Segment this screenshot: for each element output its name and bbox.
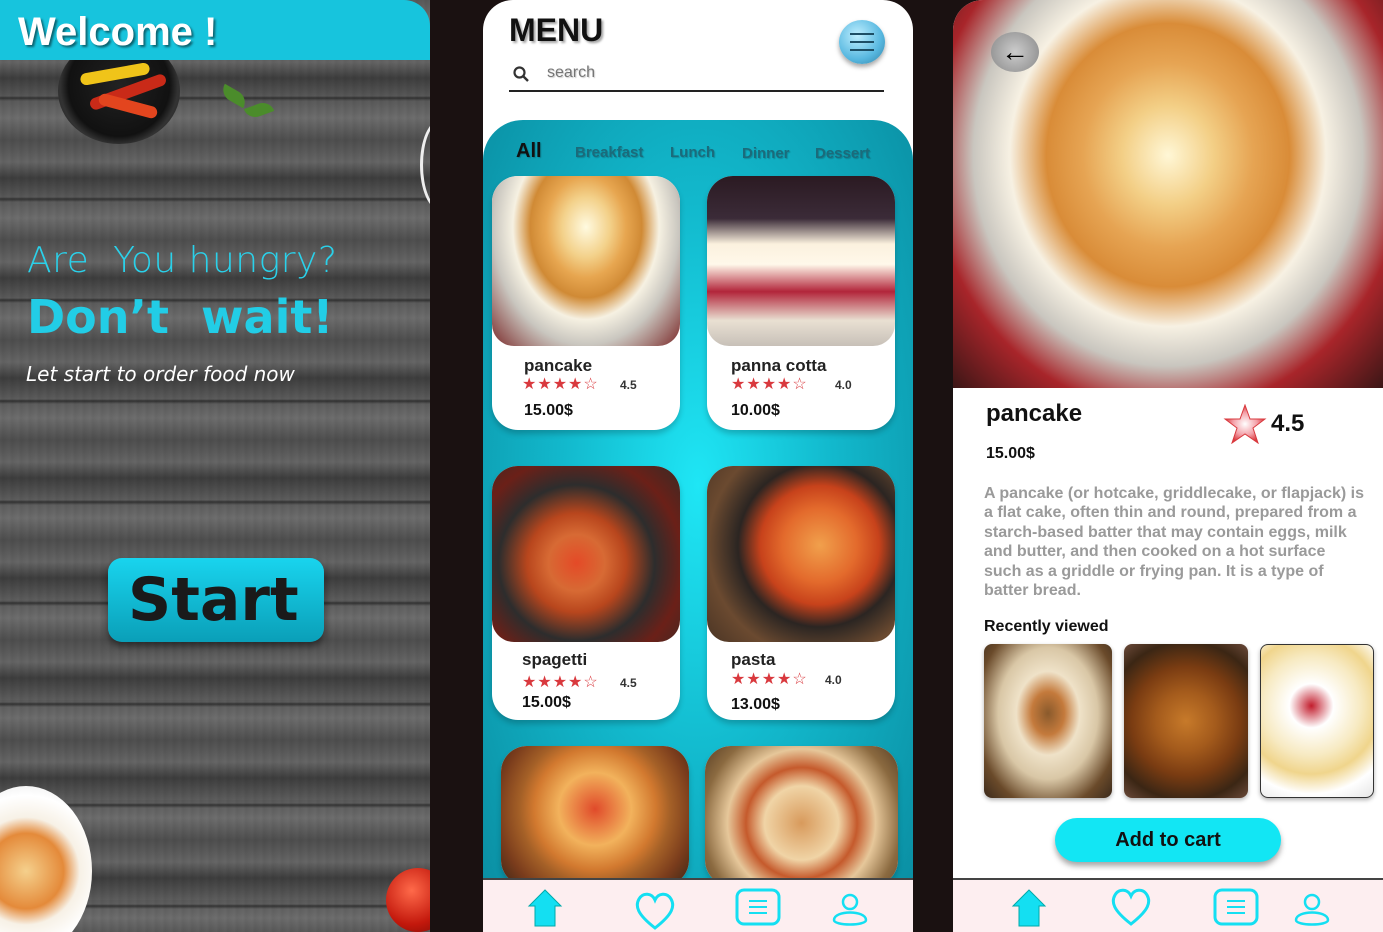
food-price: 15.00$ — [524, 402, 573, 419]
welcome-title: Welcome ! — [18, 10, 218, 54]
search-input[interactable] — [547, 64, 847, 82]
food-name: panna cotta — [731, 356, 827, 375]
pasta-image — [707, 466, 895, 642]
bottom-nav — [483, 878, 913, 932]
food-card-panna-cotta[interactable]: panna cotta ★★★★☆ 4.0 10.00$ — [707, 176, 895, 430]
menu-screen: MENU All Breakfast Lunch Dinner Dessert … — [483, 0, 913, 932]
food-rating: 4.0 — [835, 378, 852, 392]
food-card-spagetti[interactable]: spagetti ★★★★☆ 4.5 15.00$ — [492, 466, 680, 720]
food-rating: 4.0 — [825, 673, 842, 687]
home-icon[interactable] — [1009, 888, 1049, 928]
recent-item-cheesecake[interactable] — [1260, 644, 1374, 798]
start-button[interactable]: Start — [108, 558, 324, 642]
food-price: 13.00$ — [731, 696, 780, 713]
bottom-nav — [953, 878, 1383, 932]
hamburger-line — [850, 33, 874, 35]
tab-breakfast[interactable]: Breakfast — [575, 144, 643, 161]
welcome-header-bar: Welcome ! — [0, 0, 430, 60]
back-arrow-icon[interactable]: ← — [991, 32, 1039, 72]
welcome-screen: Welcome ! Are You hungry? Don’t wait! Le… — [0, 0, 430, 932]
profile-icon[interactable] — [1293, 892, 1331, 926]
food-name: pasta — [731, 650, 776, 669]
wood-background — [0, 0, 430, 932]
detail-food-name: pancake — [986, 400, 1083, 427]
rating-stars-icon: ★★★★☆ — [731, 376, 808, 393]
recent-item-fried-chicken[interactable] — [1124, 644, 1248, 798]
search-icon[interactable] — [513, 66, 529, 82]
food-rating: 4.5 — [620, 676, 637, 690]
tab-dessert[interactable]: Dessert — [815, 145, 870, 162]
hungry-question: Are You hungry? — [27, 240, 338, 281]
tab-lunch[interactable]: Lunch — [670, 144, 715, 161]
list-icon[interactable] — [735, 888, 781, 926]
food-card-pancake[interactable]: pancake ★★★★☆ 4.5 15.00$ — [492, 176, 680, 430]
profile-icon[interactable] — [831, 892, 869, 926]
rating-stars-icon: ★★★★☆ — [731, 671, 808, 688]
tacos-image — [705, 746, 898, 886]
food-card-pizza[interactable] — [501, 746, 689, 886]
heart-icon[interactable] — [1109, 886, 1153, 928]
spagetti-image — [492, 466, 680, 642]
home-icon[interactable] — [525, 888, 565, 928]
food-name: spagetti — [522, 650, 588, 669]
dont-wait-headline: Don’t wait! — [27, 290, 334, 344]
welcome-subtitle: Let start to order food now — [26, 362, 295, 386]
hamburger-line — [850, 41, 874, 43]
detail-price: 15.00$ — [986, 445, 1035, 462]
pancake-image — [492, 176, 680, 346]
rating-stars-icon: ★★★★☆ — [522, 674, 599, 691]
add-to-cart-button[interactable]: Add to cart — [1055, 818, 1281, 862]
food-price: 10.00$ — [731, 402, 780, 419]
rating-stars-icon: ★★★★☆ — [522, 376, 599, 393]
recently-viewed-title: Recently viewed — [984, 618, 1109, 635]
food-card-tacos[interactable] — [705, 746, 898, 886]
food-card-pasta[interactable]: pasta ★★★★☆ 4.0 13.00$ — [707, 466, 895, 720]
search-bar — [509, 58, 884, 92]
recent-item-burrito[interactable] — [984, 644, 1112, 798]
detail-rating: 4.5 — [1271, 410, 1305, 437]
menu-title: MENU — [509, 12, 604, 48]
food-price: 15.00$ — [522, 694, 571, 711]
category-tabs: All Breakfast Lunch Dinner Dessert — [483, 138, 913, 168]
tab-dinner[interactable]: Dinner — [742, 145, 790, 162]
star-icon — [1223, 404, 1267, 444]
hamburger-line — [850, 49, 874, 51]
pizza-image — [501, 746, 689, 886]
food-name: pancake — [524, 356, 593, 375]
food-rating: 4.5 — [620, 378, 637, 392]
heart-icon[interactable] — [633, 890, 677, 932]
food-description: A pancake (or hotcake, griddlecake, or f… — [984, 485, 1364, 600]
tab-all[interactable]: All — [516, 140, 542, 163]
panna-cotta-image — [707, 176, 895, 346]
list-icon[interactable] — [1213, 888, 1259, 926]
detail-screen: ← pancake 4.5 15.00$ A pancake (or hotca… — [953, 0, 1383, 932]
